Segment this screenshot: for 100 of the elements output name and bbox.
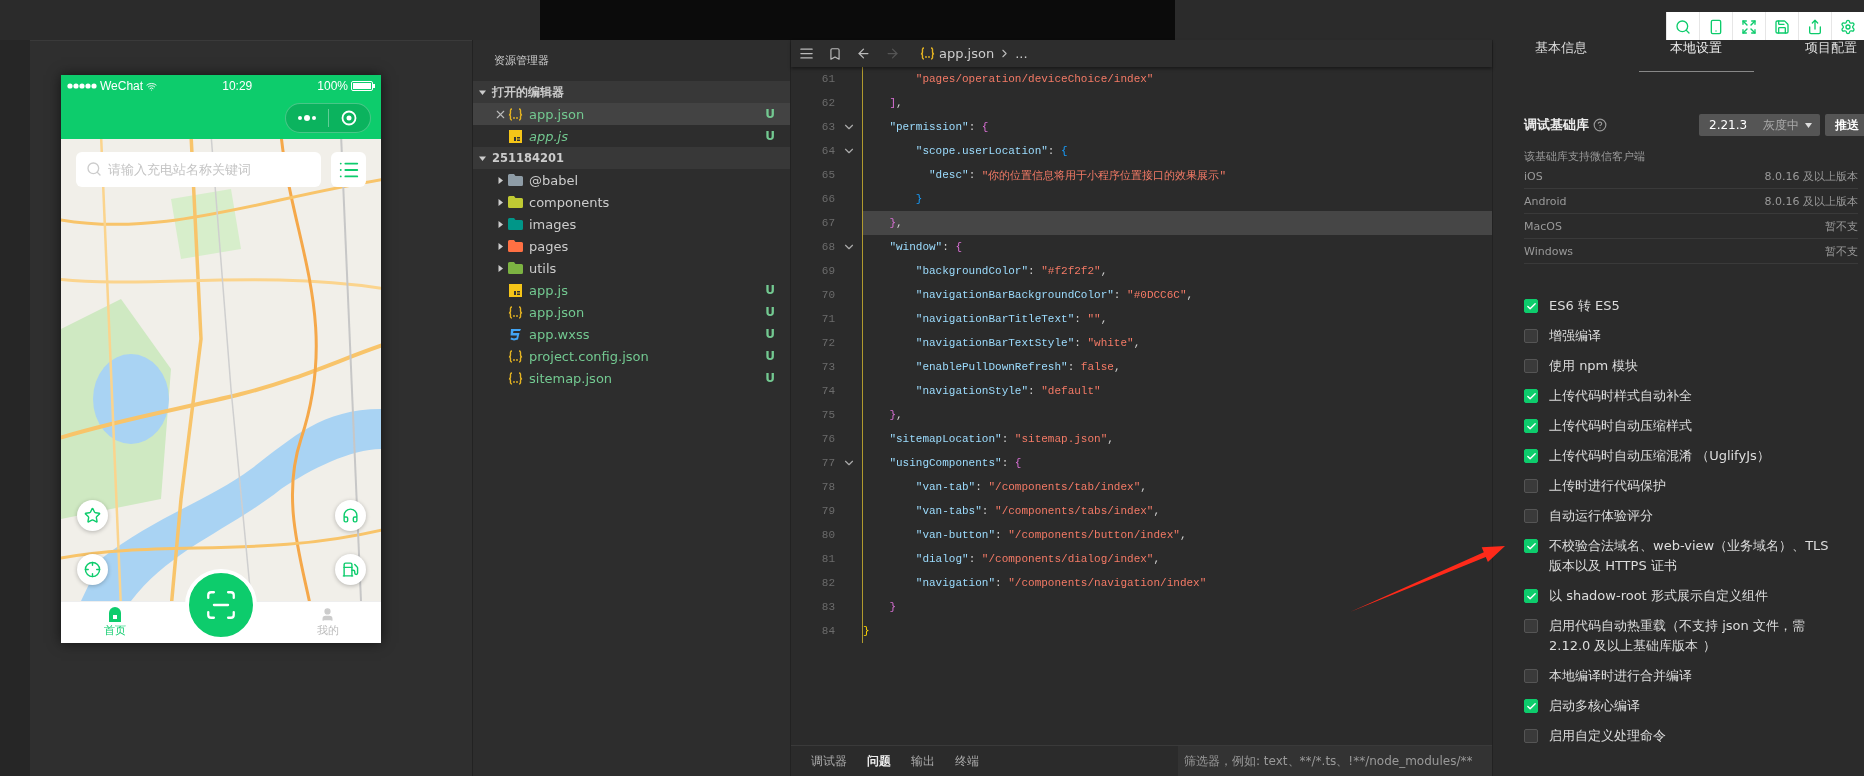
scan-icon <box>204 588 238 622</box>
checkbox[interactable] <box>1524 449 1538 463</box>
clock-time: 10:29 <box>222 79 253 93</box>
checkbox[interactable] <box>1524 389 1538 403</box>
option-label: 上传时进行代码保护 <box>1549 477 1666 495</box>
line-number: 84 <box>820 625 835 637</box>
check-icon <box>1525 540 1537 552</box>
panel-tab[interactable]: 问题 <box>867 752 891 770</box>
line-number: 76 <box>820 433 835 445</box>
checkbox[interactable] <box>1524 699 1538 713</box>
platform-name: iOS <box>1524 169 1543 183</box>
checkbox[interactable] <box>1524 479 1538 493</box>
outline-button[interactable] <box>799 46 814 61</box>
line-number: 82 <box>820 577 835 589</box>
check-icon <box>1525 420 1537 432</box>
panel-tab[interactable]: 调试器 <box>811 752 847 770</box>
platform-name: Windows <box>1524 244 1574 258</box>
option-label: 启动多核心编译 <box>1549 697 1640 715</box>
panel-tab[interactable]: 终端 <box>955 752 979 770</box>
search-icon <box>1675 18 1691 35</box>
signal-icon <box>67 83 97 89</box>
caret-icon <box>1805 122 1812 128</box>
star-icon <box>84 507 101 524</box>
tree-item[interactable]: app.js U <box>473 279 790 301</box>
option-label: 上传代码时自动压缩混淆 （UglifyJs） <box>1549 447 1770 465</box>
git-status: U <box>765 283 775 297</box>
tree-item[interactable]: pages <box>473 235 790 257</box>
platform-name: MacOS <box>1524 219 1562 233</box>
line-number: 67 <box>820 217 835 229</box>
tree-item[interactable]: app.json U <box>473 103 790 125</box>
tree-item[interactable]: @babel <box>473 169 790 191</box>
section-header[interactable]: 打开的编辑器 <box>473 81 790 103</box>
push-button[interactable]: 推送 <box>1825 114 1864 136</box>
version-dropdown[interactable]: 2.21.3 灰度中 <box>1699 114 1820 136</box>
js-file-icon <box>508 129 522 143</box>
carrier-name: WeChat <box>100 79 144 93</box>
checkbox[interactable] <box>1524 539 1538 553</box>
checkbox[interactable] <box>1524 419 1538 433</box>
option-label: 自动运行体验评分 <box>1549 507 1653 525</box>
line-number: 64 <box>820 145 835 157</box>
headset-icon <box>342 507 359 524</box>
bookmark-button[interactable] <box>828 46 842 61</box>
tree-item[interactable]: app.wxss U <box>473 323 790 345</box>
checkbox[interactable] <box>1524 669 1538 683</box>
section-header[interactable]: 251184201 <box>473 147 790 169</box>
line-number: 80 <box>820 529 835 541</box>
git-status: U <box>765 129 775 143</box>
settings-tab[interactable]: 本地设置 <box>1638 40 1754 72</box>
tree-item[interactable]: components <box>473 191 790 213</box>
search-icon <box>86 161 102 177</box>
expand-icon <box>1741 18 1757 35</box>
line-number: 72 <box>820 337 835 349</box>
tree-item[interactable]: app.json U <box>473 301 790 323</box>
settings-tab[interactable]: 基本信息 <box>1503 40 1619 72</box>
checkbox[interactable] <box>1524 729 1538 743</box>
back-button[interactable] <box>856 46 871 61</box>
settings-tab[interactable]: 项目配置 <box>1773 40 1864 72</box>
tree-item[interactable]: app.js U <box>473 125 790 147</box>
line-number: 70 <box>820 289 835 301</box>
line-number: 69 <box>820 265 835 277</box>
line-number: 75 <box>820 409 835 421</box>
checkbox[interactable] <box>1524 359 1538 373</box>
option-label: ES6 转 ES5 <box>1549 297 1620 315</box>
tree-item[interactable]: sitemap.json U <box>473 367 790 389</box>
forward-icon <box>885 46 900 61</box>
breadcrumb-item[interactable]: app.json <box>939 46 995 61</box>
tree-item[interactable]: project.config.json U <box>473 345 790 367</box>
tree-item[interactable]: images <box>473 213 790 235</box>
line-number: 66 <box>820 193 835 205</box>
checkbox[interactable] <box>1524 329 1538 343</box>
setting-label: 调试基础库 <box>1524 116 1589 134</box>
wifi-icon <box>146 80 158 92</box>
battery-level: 100% <box>317 79 348 93</box>
git-status: U <box>765 305 775 319</box>
settings-icon <box>1840 18 1856 35</box>
filter-field[interactable]: 筛选器，例如: text、**/*.ts、!**/node_modules/** <box>1178 746 1492 776</box>
tree-item[interactable]: utils <box>473 257 790 279</box>
version-requirement: 暂不支 <box>1825 218 1858 234</box>
forward-button[interactable] <box>885 46 900 61</box>
css-file-icon <box>508 327 522 341</box>
list-icon <box>799 46 814 61</box>
line-number: 79 <box>820 505 835 517</box>
braces-icon <box>507 349 523 363</box>
braces-icon <box>920 47 935 60</box>
option-label: 上传代码时样式自动补全 <box>1549 387 1692 405</box>
version-requirement: 暂不支 <box>1825 243 1858 259</box>
checkbox[interactable] <box>1524 619 1538 633</box>
checkbox[interactable] <box>1524 299 1538 313</box>
git-status: U <box>765 371 775 385</box>
line-number: 68 <box>820 241 835 253</box>
line-number: 61 <box>820 73 835 85</box>
more-icon <box>296 115 317 121</box>
panel-tab[interactable]: 输出 <box>911 752 935 770</box>
target-icon <box>341 110 358 126</box>
list-button[interactable] <box>331 152 366 187</box>
checkbox[interactable] <box>1524 509 1538 523</box>
support-note: 该基础库支持微信客户端 <box>1524 149 1646 164</box>
checkbox[interactable] <box>1524 589 1538 603</box>
breadcrumb-item[interactable]: ... <box>1015 46 1028 61</box>
crosshair-icon <box>84 561 101 578</box>
